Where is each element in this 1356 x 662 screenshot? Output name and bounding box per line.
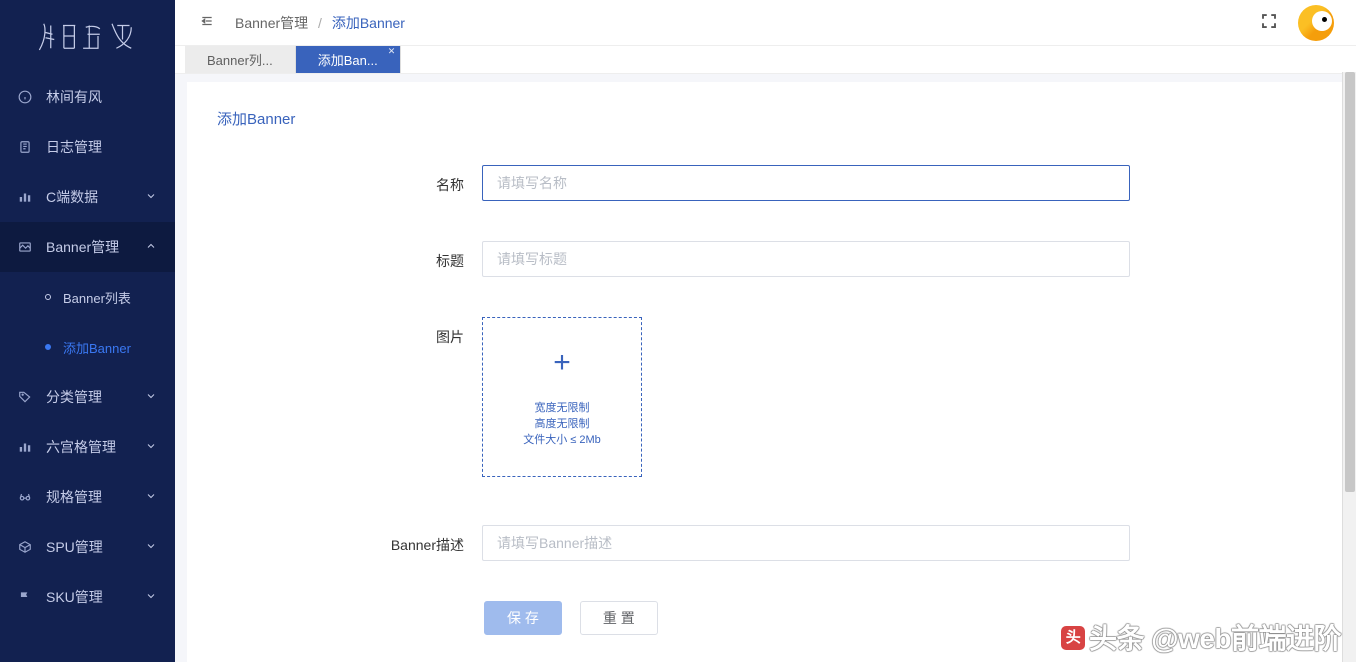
sidebar-item-label: C端数据 bbox=[46, 187, 98, 207]
sidebar-item-label: SPU管理 bbox=[46, 537, 103, 557]
sidebar-item-label: 添加Banner bbox=[63, 338, 131, 357]
title-input[interactable] bbox=[482, 241, 1130, 277]
image-icon bbox=[18, 240, 34, 254]
bullet-icon bbox=[45, 344, 51, 350]
flag-icon bbox=[18, 590, 34, 604]
upload-hint: 文件大小 ≤ 2Mb bbox=[523, 432, 601, 448]
title-label: 标题 bbox=[187, 241, 482, 271]
breadcrumb-parent[interactable]: Banner管理 bbox=[235, 15, 308, 31]
sidebar-item-label: Banner管理 bbox=[46, 237, 119, 257]
box-icon bbox=[18, 540, 34, 554]
tab-label: 添加Ban... bbox=[318, 50, 378, 69]
chevron-down-icon bbox=[145, 489, 157, 505]
page-card: 添加Banner 名称 标题 图片 + 宽度无限制 高度无限制 bbox=[187, 82, 1344, 662]
sidebar-item-spec[interactable]: 规格管理 bbox=[0, 472, 175, 522]
breadcrumb-current: 添加Banner bbox=[332, 15, 405, 31]
sidebar-item-label: 林间有风 bbox=[46, 87, 102, 107]
form: 名称 标题 图片 + 宽度无限制 高度无限制 文件大小 ≤ 2Mb bbox=[187, 147, 1344, 662]
sidebar-item-grid[interactable]: 六宫格管理 bbox=[0, 422, 175, 472]
desc-label: Banner描述 bbox=[187, 525, 482, 555]
image-label: 图片 bbox=[187, 317, 482, 347]
desc-input[interactable] bbox=[482, 525, 1130, 561]
tag-icon bbox=[18, 390, 34, 404]
sidebar: 林间有风 日志管理 C端数据 Banner管理 Banner列表 添加Banne… bbox=[0, 0, 175, 662]
plus-icon: + bbox=[553, 346, 571, 380]
sidebar-item-label: Banner列表 bbox=[63, 288, 131, 307]
save-button[interactable]: 保 存 bbox=[484, 601, 562, 635]
chevron-down-icon bbox=[145, 389, 157, 405]
breadcrumb: Banner管理 / 添加Banner bbox=[235, 13, 405, 33]
card-title: 添加Banner bbox=[187, 82, 1344, 147]
tab-banner-list[interactable]: Banner列... bbox=[185, 46, 296, 73]
sidebar-item-label: 分类管理 bbox=[46, 387, 102, 407]
sidebar-item-label: SKU管理 bbox=[46, 587, 103, 607]
sidebar-subitem-banner-add[interactable]: 添加Banner bbox=[0, 322, 175, 372]
scrollbar[interactable] bbox=[1342, 72, 1356, 662]
name-label: 名称 bbox=[187, 165, 482, 195]
clipboard-icon bbox=[18, 140, 34, 154]
sidebar-item-label: 六宫格管理 bbox=[46, 437, 116, 457]
close-icon[interactable]: ✕ bbox=[388, 47, 398, 57]
bullet-icon bbox=[45, 294, 51, 300]
avatar[interactable] bbox=[1298, 5, 1334, 41]
fullscreen-button[interactable] bbox=[1260, 12, 1278, 33]
sidebar-item-label: 日志管理 bbox=[46, 137, 102, 157]
sidebar-item-label: 规格管理 bbox=[46, 487, 102, 507]
tabs: Banner列... 添加Ban... ✕ bbox=[175, 46, 1356, 74]
sidebar-item-cdata[interactable]: C端数据 bbox=[0, 172, 175, 222]
sidebar-item-log[interactable]: 日志管理 bbox=[0, 122, 175, 172]
chart-icon bbox=[18, 440, 34, 454]
logo bbox=[0, 0, 175, 72]
name-input[interactable] bbox=[482, 165, 1130, 201]
sidebar-item-spu[interactable]: SPU管理 bbox=[0, 522, 175, 572]
sidebar-item-category[interactable]: 分类管理 bbox=[0, 372, 175, 422]
breadcrumb-separator: / bbox=[318, 15, 322, 31]
upload-hint: 宽度无限制 bbox=[523, 400, 601, 416]
chart-icon bbox=[18, 190, 34, 204]
glasses-icon bbox=[18, 490, 34, 504]
tab-label: Banner列... bbox=[207, 50, 273, 69]
chevron-down-icon bbox=[145, 189, 157, 205]
chevron-up-icon bbox=[145, 239, 157, 255]
chevron-down-icon bbox=[145, 539, 157, 555]
sidebar-item-home[interactable]: 林间有风 bbox=[0, 72, 175, 122]
chevron-down-icon bbox=[145, 439, 157, 455]
topbar: Banner管理 / 添加Banner bbox=[175, 0, 1356, 46]
info-icon bbox=[18, 90, 34, 104]
sidebar-item-sku[interactable]: SKU管理 bbox=[0, 572, 175, 622]
chevron-down-icon bbox=[145, 589, 157, 605]
image-uploader[interactable]: + 宽度无限制 高度无限制 文件大小 ≤ 2Mb bbox=[482, 317, 642, 477]
sidebar-subitem-banner-list[interactable]: Banner列表 bbox=[0, 272, 175, 322]
scrollbar-thumb[interactable] bbox=[1345, 72, 1355, 492]
upload-hint: 高度无限制 bbox=[523, 416, 601, 432]
sidebar-item-banner[interactable]: Banner管理 bbox=[0, 222, 175, 272]
collapse-sidebar-button[interactable] bbox=[191, 14, 223, 31]
reset-button[interactable]: 重 置 bbox=[580, 601, 658, 635]
tab-banner-add[interactable]: 添加Ban... ✕ bbox=[296, 46, 401, 73]
